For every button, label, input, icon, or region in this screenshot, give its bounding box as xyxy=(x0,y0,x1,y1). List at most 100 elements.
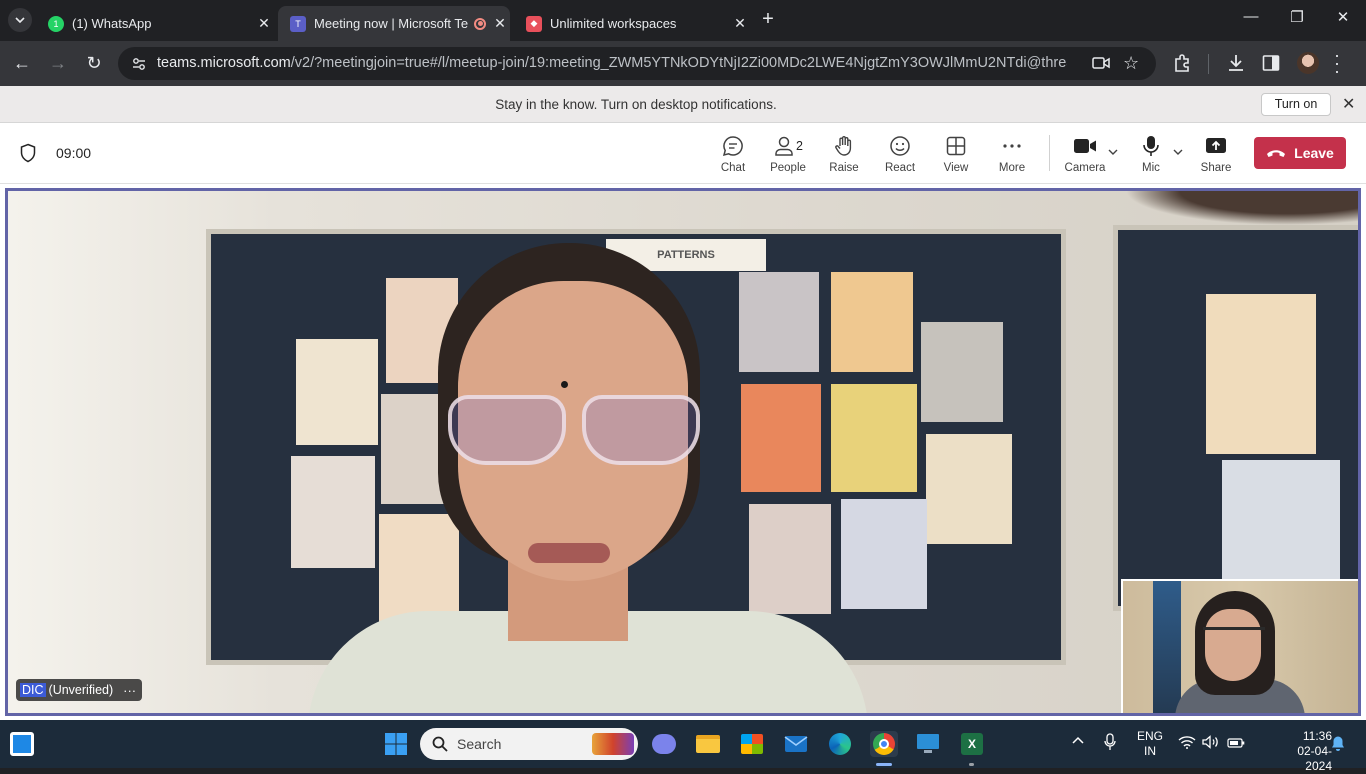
profile-avatar[interactable] xyxy=(1297,52,1319,74)
show-hidden-icons-chevron-icon[interactable] xyxy=(1072,733,1084,747)
system-clock[interactable]: 11:36 02-04-2024 xyxy=(1284,729,1332,774)
design-sheet xyxy=(841,499,927,609)
tab-search-button[interactable] xyxy=(8,8,32,32)
extensions-icon[interactable] xyxy=(1172,53,1192,78)
notification-message: Stay in the know. Turn on desktop notifi… xyxy=(495,97,777,112)
clock-time: 11:36 xyxy=(1302,729,1332,743)
close-tab-icon[interactable]: ✕ xyxy=(730,15,750,32)
chrome-icon[interactable] xyxy=(870,731,898,757)
edge-icon[interactable] xyxy=(826,731,854,757)
teams-chat-icon[interactable] xyxy=(650,731,678,757)
language-indicator[interactable]: ENG IN xyxy=(1137,729,1163,759)
leave-button[interactable]: Leave xyxy=(1254,137,1346,169)
site-settings-icon[interactable] xyxy=(131,56,147,77)
participant-more-icon[interactable]: ··· xyxy=(123,683,136,698)
meeting-stage: PATTERNS DIC (Unverified) ··· xyxy=(0,184,1366,720)
turn-on-notifications-button[interactable]: Turn on xyxy=(1261,93,1331,116)
shield-icon[interactable] xyxy=(19,143,37,168)
close-tab-icon[interactable]: ✕ xyxy=(254,15,274,32)
url-host: teams.microsoft.com xyxy=(157,55,291,71)
excel-icon[interactable]: X xyxy=(958,731,986,757)
tab-title: Unlimited workspaces xyxy=(550,16,677,31)
close-banner-icon[interactable]: ✕ xyxy=(1342,94,1355,114)
toolbar-divider xyxy=(1208,54,1209,74)
whatsapp-badge: 1 xyxy=(53,18,59,29)
participant-video[interactable]: PATTERNS DIC (Unverified) ··· xyxy=(5,188,1361,716)
design-sheet xyxy=(749,504,831,614)
people-button[interactable]: 2 People xyxy=(761,134,815,174)
side-panel-icon[interactable] xyxy=(1262,54,1280,77)
design-sheet xyxy=(291,456,375,568)
battery-icon[interactable] xyxy=(1227,737,1245,751)
browser-tab-strip: 1 (1) WhatsApp ✕ T Meeting now | Microso… xyxy=(0,0,1366,41)
view-button[interactable]: View xyxy=(929,134,983,174)
mic-options-chevron-icon[interactable] xyxy=(1173,147,1183,158)
react-button[interactable]: React xyxy=(873,134,927,174)
chat-label: Chat xyxy=(720,162,746,174)
close-window-button[interactable]: ✕ xyxy=(1328,8,1358,26)
toolbar-separator xyxy=(1049,135,1050,171)
file-explorer-icon[interactable] xyxy=(694,731,722,757)
more-button[interactable]: More xyxy=(985,134,1039,174)
design-sheet xyxy=(1206,294,1316,454)
notification-banner: Stay in the know. Turn on desktop notifi… xyxy=(0,86,1366,123)
camera-permission-icon[interactable] xyxy=(1092,56,1110,75)
tab-unlimited-workspaces[interactable]: ◆ Unlimited workspaces ✕ xyxy=(514,6,750,41)
browser-toolbar: ← → ↻ teams.microsoft.com/v2/?meetingjoi… xyxy=(0,41,1366,86)
design-sheet xyxy=(739,272,819,372)
chrome-active-indicator xyxy=(876,763,892,766)
back-button[interactable]: ← xyxy=(11,53,33,75)
self-view-shelf xyxy=(1153,581,1181,713)
taskbar-search[interactable]: Search xyxy=(420,728,638,760)
chat-button[interactable]: Chat xyxy=(706,134,760,174)
tab-teams-meeting[interactable]: T Meeting now | Microsoft Te ✕ xyxy=(278,6,510,41)
recording-icon xyxy=(474,17,486,30)
widgets-icon[interactable] xyxy=(10,732,34,756)
teams-icon: T xyxy=(290,15,306,32)
volume-icon[interactable] xyxy=(1202,735,1220,752)
camera-label: Camera xyxy=(1064,162,1106,174)
eyeglasses xyxy=(436,391,706,471)
microphone-tray-icon[interactable] xyxy=(1104,733,1116,754)
browser-menu-icon[interactable]: · · · xyxy=(1334,46,1342,80)
hair-corner xyxy=(1098,191,1358,231)
minimize-button[interactable]: — xyxy=(1236,8,1266,25)
language-code: ENG xyxy=(1137,729,1164,743)
tab-title: Meeting now | Microsoft Te xyxy=(314,16,469,31)
downloads-icon[interactable] xyxy=(1226,53,1246,78)
windows-taskbar: Search X ENG IN 11:36 02-04-2024 xyxy=(0,720,1366,773)
camera-options-chevron-icon[interactable] xyxy=(1108,147,1118,158)
view-label: View xyxy=(943,162,969,174)
close-tab-icon[interactable]: ✕ xyxy=(490,15,510,32)
reload-button[interactable]: ↻ xyxy=(83,53,105,75)
camera-button[interactable]: Camera xyxy=(1058,134,1112,174)
share-button[interactable]: Share xyxy=(1189,134,1243,174)
design-sheet xyxy=(741,384,821,492)
bookmark-star-icon[interactable]: ☆ xyxy=(1123,53,1139,74)
wifi-icon[interactable] xyxy=(1178,735,1196,752)
tab-whatsapp[interactable]: 1 (1) WhatsApp ✕ xyxy=(36,6,274,41)
address-bar[interactable]: teams.microsoft.com/v2/?meetingjoin=true… xyxy=(118,47,1156,80)
participant-name-badge[interactable]: DIC (Unverified) ··· xyxy=(16,679,143,701)
restore-button[interactable]: ❐ xyxy=(1282,8,1312,26)
windows-start-icon[interactable] xyxy=(382,731,410,757)
search-icon xyxy=(432,736,448,752)
new-tab-button[interactable]: + xyxy=(758,8,778,32)
chevron-down-icon xyxy=(15,17,25,23)
mail-icon[interactable] xyxy=(782,731,810,757)
self-view-face xyxy=(1205,609,1261,681)
mic-button[interactable]: Mic xyxy=(1124,134,1178,174)
tab-title: (1) WhatsApp xyxy=(72,16,152,31)
notification-bell-icon[interactable] xyxy=(1330,735,1346,755)
forward-button[interactable]: → xyxy=(47,53,69,75)
design-sheet xyxy=(831,384,917,492)
self-view-video[interactable] xyxy=(1121,579,1358,713)
raise-hand-button[interactable]: Raise xyxy=(817,134,871,174)
url-text: teams.microsoft.com/v2/?meetingjoin=true… xyxy=(157,55,1067,71)
microsoft-store-icon[interactable] xyxy=(738,731,766,757)
people-label: People xyxy=(770,162,806,174)
mic-label: Mic xyxy=(1142,162,1160,174)
remote-desktop-icon[interactable] xyxy=(914,731,942,757)
design-sheet xyxy=(926,434,1012,544)
search-highlight-icon xyxy=(592,733,634,755)
